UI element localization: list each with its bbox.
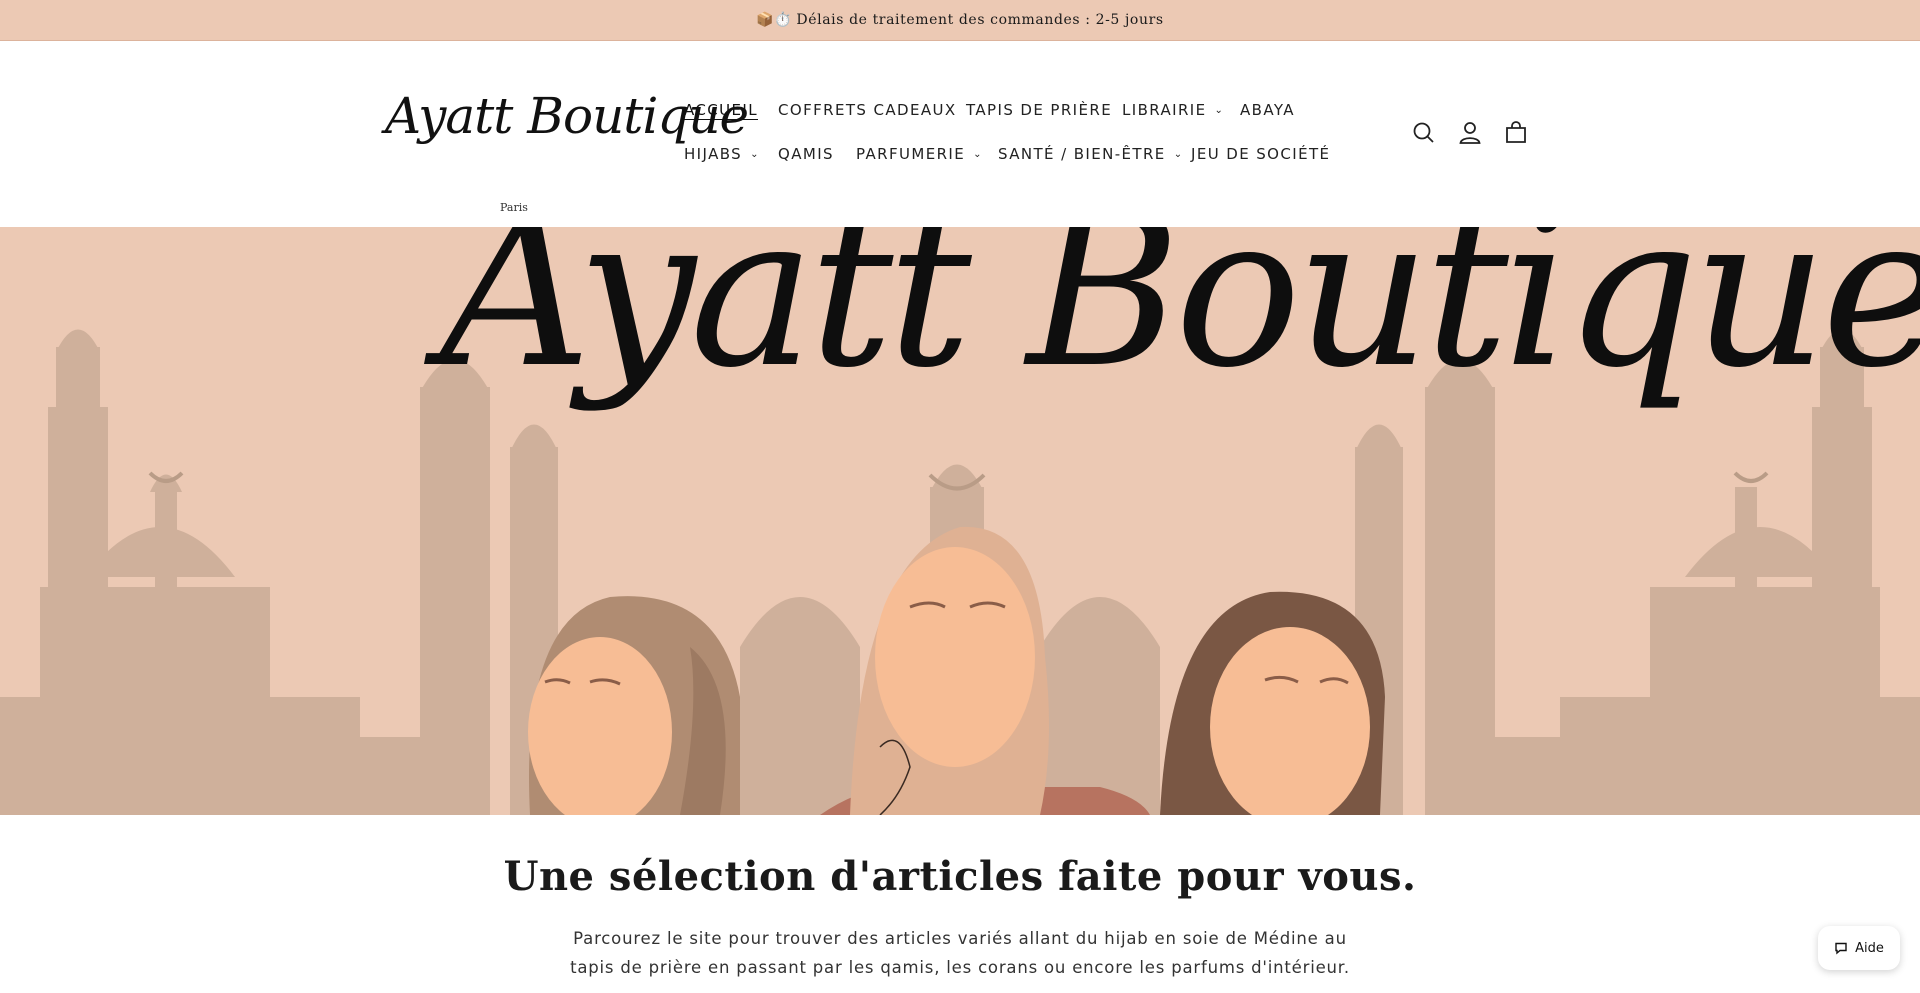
help-label: Aide xyxy=(1855,940,1884,956)
chevron-down-icon: ⌄ xyxy=(750,149,760,160)
nav-item-qamis[interactable]: QAMIS xyxy=(778,145,834,163)
account-icon[interactable] xyxy=(1456,119,1484,147)
nav-item-accueil[interactable]: ACCUEIL xyxy=(684,101,758,119)
nav-label: ABAYA xyxy=(1240,101,1295,119)
nav-label: TAPIS DE PRIÈRE xyxy=(966,101,1113,119)
logo[interactable]: Ayatt Boutique Paris xyxy=(385,91,749,214)
nav-label: ACCUEIL xyxy=(684,101,758,119)
search-icon[interactable] xyxy=(1410,119,1438,147)
nav-item-hijabs[interactable]: HIJABS ⌄ xyxy=(684,145,760,163)
chevron-down-icon: ⌄ xyxy=(1214,105,1225,116)
nav-item-tapis-de-priere[interactable]: TAPIS DE PRIÈRE xyxy=(966,101,1112,119)
package-timer-icon: 📦⏱️ xyxy=(756,12,793,28)
cart-icon[interactable] xyxy=(1502,119,1530,147)
nav-item-abaya[interactable]: ABAYA xyxy=(1240,101,1295,119)
chat-bubble-icon xyxy=(1835,942,1847,955)
nav-item-jeu-de-societe[interactable]: JEU DE SOCIÉTÉ xyxy=(1191,145,1330,163)
nav-label: HIJABS xyxy=(684,145,743,163)
nav-item-librairie[interactable]: LIBRAIRIE ⌄ xyxy=(1122,101,1224,119)
nav-label: QAMIS xyxy=(778,145,834,163)
nav-label: LIBRAIRIE xyxy=(1122,101,1207,119)
nav-label: SANTÉ / BIEN-ÊTRE xyxy=(998,145,1166,163)
intro-heading: Une sélection d'articles faite pour vous… xyxy=(503,853,1417,900)
hero-title: Ayatt Boutique xyxy=(440,227,1920,414)
chevron-down-icon: ⌄ xyxy=(1173,149,1184,160)
intro-text: Parcourez le site pour trouver des artic… xyxy=(570,929,1350,977)
announcement-text: Délais de traitement des commandes : 2-5… xyxy=(796,12,1164,28)
chevron-down-icon: ⌄ xyxy=(973,149,983,160)
nav-label: JEU DE SOCIÉTÉ xyxy=(1191,145,1331,163)
help-chat-button[interactable]: Aide xyxy=(1818,926,1900,970)
nav-item-coffrets-cadeaux[interactable]: COFFRETS CADEAUX xyxy=(778,101,957,119)
nav-item-sante-bien-etre[interactable]: SANTÉ / BIEN-ÊTRE ⌄ xyxy=(998,145,1183,163)
nav-item-parfumerie[interactable]: PARFUMERIE ⌄ xyxy=(856,145,983,163)
nav-label: PARFUMERIE xyxy=(856,145,966,163)
header-icons xyxy=(1410,119,1530,149)
announcement-bar: 📦⏱️ Délais de traitement des commandes :… xyxy=(0,0,1920,41)
intro-section: Une sélection d'articles faite pour vous… xyxy=(0,815,1920,993)
hero-banner: Ayatt Boutique xyxy=(0,227,1920,815)
site-header: Ayatt Boutique Paris ACCUEIL COFFRETS CA… xyxy=(0,41,1920,227)
nav-label: COFFRETS CADEAUX xyxy=(778,101,957,119)
logo-subtitle: Paris xyxy=(500,201,528,214)
